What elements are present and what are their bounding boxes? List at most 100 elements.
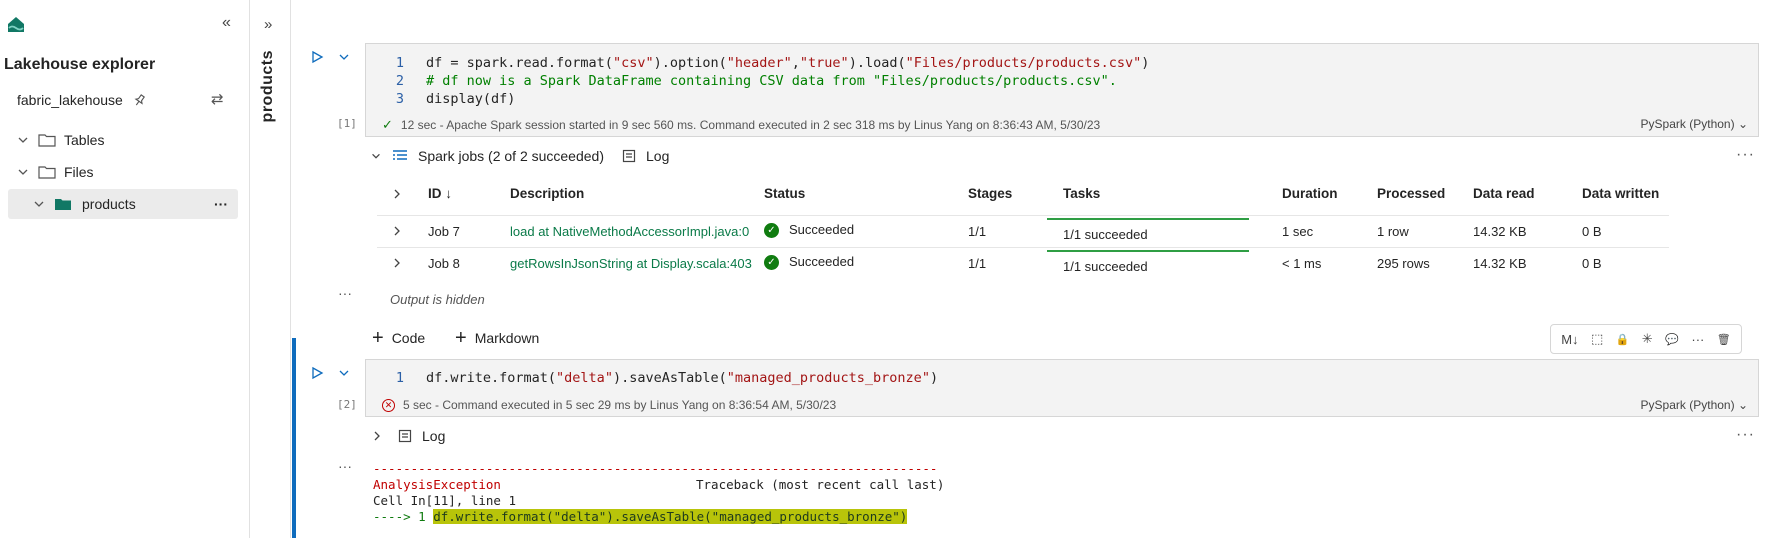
more-options-icon[interactable]: ··· — [1691, 332, 1704, 347]
toggle-markdown-icon[interactable]: M↓ — [1561, 332, 1578, 347]
chevron-down-icon[interactable] — [337, 50, 351, 64]
lock-icon[interactable]: 🔒 — [1616, 333, 1630, 346]
column-header-duration: Duration — [1282, 186, 1338, 201]
column-header-processed: Processed — [1377, 186, 1446, 201]
select-cell-icon[interactable]: ⬚ — [1591, 331, 1603, 347]
column-header-tasks: Tasks — [1063, 186, 1101, 201]
code-token: "managed_products_bronze" — [726, 370, 930, 386]
run-cell-icon[interactable] — [310, 50, 324, 64]
lakehouse-explorer-pane: « Lakehouse explorer fabric_lakehouse ⇄ … — [0, 0, 250, 538]
comment-icon[interactable]: 💬 — [1665, 333, 1679, 346]
job-tasks: 1/1 succeeded — [1063, 259, 1148, 274]
code-token: "Files/products/products.csv" — [905, 55, 1142, 71]
column-header-stages: Stages — [968, 186, 1013, 201]
spark-jobs-title: Spark jobs (2 of 2 succeeded) — [418, 148, 604, 164]
language-selector[interactable]: PySpark (Python) ⌄ — [1641, 398, 1748, 412]
tree-item-label: products — [82, 196, 136, 212]
active-cell-indicator — [292, 338, 296, 538]
execution-count: [1] — [337, 117, 357, 130]
error-source-line: ----> 1 df.write.format("delta").saveAsT… — [373, 509, 908, 524]
chevron-right-icon[interactable] — [392, 225, 402, 237]
log-button[interactable]: Log — [422, 428, 445, 444]
code-line[interactable]: 3 display(df) — [366, 91, 516, 109]
sort-descending-icon: ↓ — [445, 186, 453, 201]
language-selector[interactable]: PySpark (Python) ⌄ — [1641, 117, 1748, 131]
expand-pane-icon[interactable]: » — [264, 16, 272, 33]
chevron-right-icon[interactable] — [392, 188, 402, 200]
tree-item-files[interactable]: Files — [0, 157, 240, 187]
job-id: Job 7 — [428, 224, 460, 239]
output-more-icon[interactable]: ··· — [338, 285, 352, 301]
job-data-written: 0 B — [1582, 256, 1602, 271]
code-token: "header" — [726, 55, 792, 71]
pin-icon[interactable] — [133, 93, 146, 107]
code-token: display(df) — [426, 91, 516, 107]
add-markdown-cell-button[interactable]: + Markdown — [455, 328, 539, 348]
row-divider — [377, 247, 1669, 248]
code-token: df = spark.read.format( — [426, 55, 613, 71]
lakehouse-name-label: fabric_lakehouse — [17, 92, 123, 108]
lakehouse-name[interactable]: fabric_lakehouse — [17, 92, 146, 108]
code-line[interactable]: 1 df.write.format("delta").saveAsTable("m… — [366, 370, 938, 388]
execution-count: [2] — [337, 398, 357, 411]
code-token: ).saveAsTable( — [612, 370, 727, 386]
code-line[interactable]: 1 df = spark.read.format("csv").option("h… — [366, 55, 1150, 73]
column-header-description: Description — [510, 186, 585, 201]
code-token: , — [791, 55, 800, 71]
code-token: ).load( — [848, 55, 906, 71]
job-stages: 1/1 — [968, 224, 987, 239]
collapse-pane-icon[interactable]: « — [222, 14, 231, 32]
column-header-status: Status — [764, 186, 806, 201]
tab-products[interactable]: products — [259, 50, 277, 122]
spark-jobs-header[interactable]: Spark jobs (2 of 2 succeeded) Log — [370, 148, 669, 164]
object-tab-strip: » products — [251, 0, 291, 538]
log-icon[interactable] — [622, 149, 636, 163]
job-description-link[interactable]: load at NativeMethodAccessorImpl.java:0 — [510, 224, 749, 239]
code-line[interactable]: 2 # df now is a Spark DataFrame containin… — [366, 73, 1117, 91]
chevron-down-icon[interactable] — [16, 133, 30, 147]
job-data-read: 14.32 KB — [1473, 224, 1527, 239]
job-data-written: 0 B — [1582, 224, 1602, 239]
chevron-down-icon[interactable] — [370, 150, 382, 162]
error-divider: ----------------------------------------… — [373, 461, 938, 476]
run-cell-icon[interactable] — [310, 366, 324, 380]
lakehouse-logo-icon — [8, 17, 24, 32]
delete-cell-icon[interactable]: 🗑 — [1717, 333, 1731, 346]
code-cell-2[interactable]: 1 df.write.format("delta").saveAsTable("m… — [365, 359, 1759, 417]
notebook-canvas: [1] 1 df = spark.read.format("csv").optio… — [292, 0, 1769, 538]
code-token: ) — [929, 370, 939, 386]
output-more-icon[interactable]: ··· — [338, 458, 352, 474]
chevron-right-icon[interactable] — [392, 257, 402, 269]
column-header-id[interactable]: ID ↓ — [428, 186, 452, 201]
error-exception-name: AnalysisException — [373, 477, 501, 492]
job-description-link[interactable]: getRowsInJsonString at Display.scala:403 — [510, 256, 752, 271]
job-processed: 1 row — [1377, 224, 1409, 239]
tree-item-products[interactable]: products ··· — [8, 189, 238, 219]
freeze-icon[interactable]: ✳ — [1642, 331, 1653, 347]
chevron-down-icon[interactable] — [337, 366, 351, 380]
job-status: ✓ Succeeded — [764, 222, 854, 239]
tree-item-tables[interactable]: Tables — [0, 125, 240, 155]
job-tasks: 1/1 succeeded — [1063, 227, 1148, 242]
add-code-cell-button[interactable]: + Code — [372, 328, 425, 348]
tree-item-label: Tables — [64, 132, 105, 148]
log-button[interactable]: Log — [646, 148, 669, 164]
success-check-icon: ✓ — [764, 255, 779, 271]
code-token: ) — [1141, 55, 1150, 71]
more-options-icon[interactable]: ··· — [1736, 146, 1755, 164]
more-options-icon[interactable]: ··· — [1736, 426, 1755, 444]
code-token: "true" — [799, 55, 849, 71]
more-options-icon[interactable]: ··· — [214, 196, 228, 212]
code-cell-1[interactable]: 1 df = spark.read.format("csv").option("h… — [365, 43, 1759, 137]
folder-icon — [38, 166, 56, 179]
chevron-down-icon[interactable] — [16, 165, 30, 179]
row-divider — [377, 215, 1669, 216]
chevron-right-icon[interactable] — [372, 430, 382, 442]
log-header[interactable]: Log — [372, 428, 445, 444]
column-header-data-written: Data written — [1582, 186, 1660, 201]
job-id: Job 8 — [428, 256, 460, 271]
switch-lakehouse-icon[interactable]: ⇄ — [211, 90, 224, 108]
output-hidden-label: Output is hidden — [390, 292, 485, 307]
job-duration: 1 sec — [1282, 224, 1314, 239]
chevron-down-icon[interactable] — [32, 197, 46, 211]
